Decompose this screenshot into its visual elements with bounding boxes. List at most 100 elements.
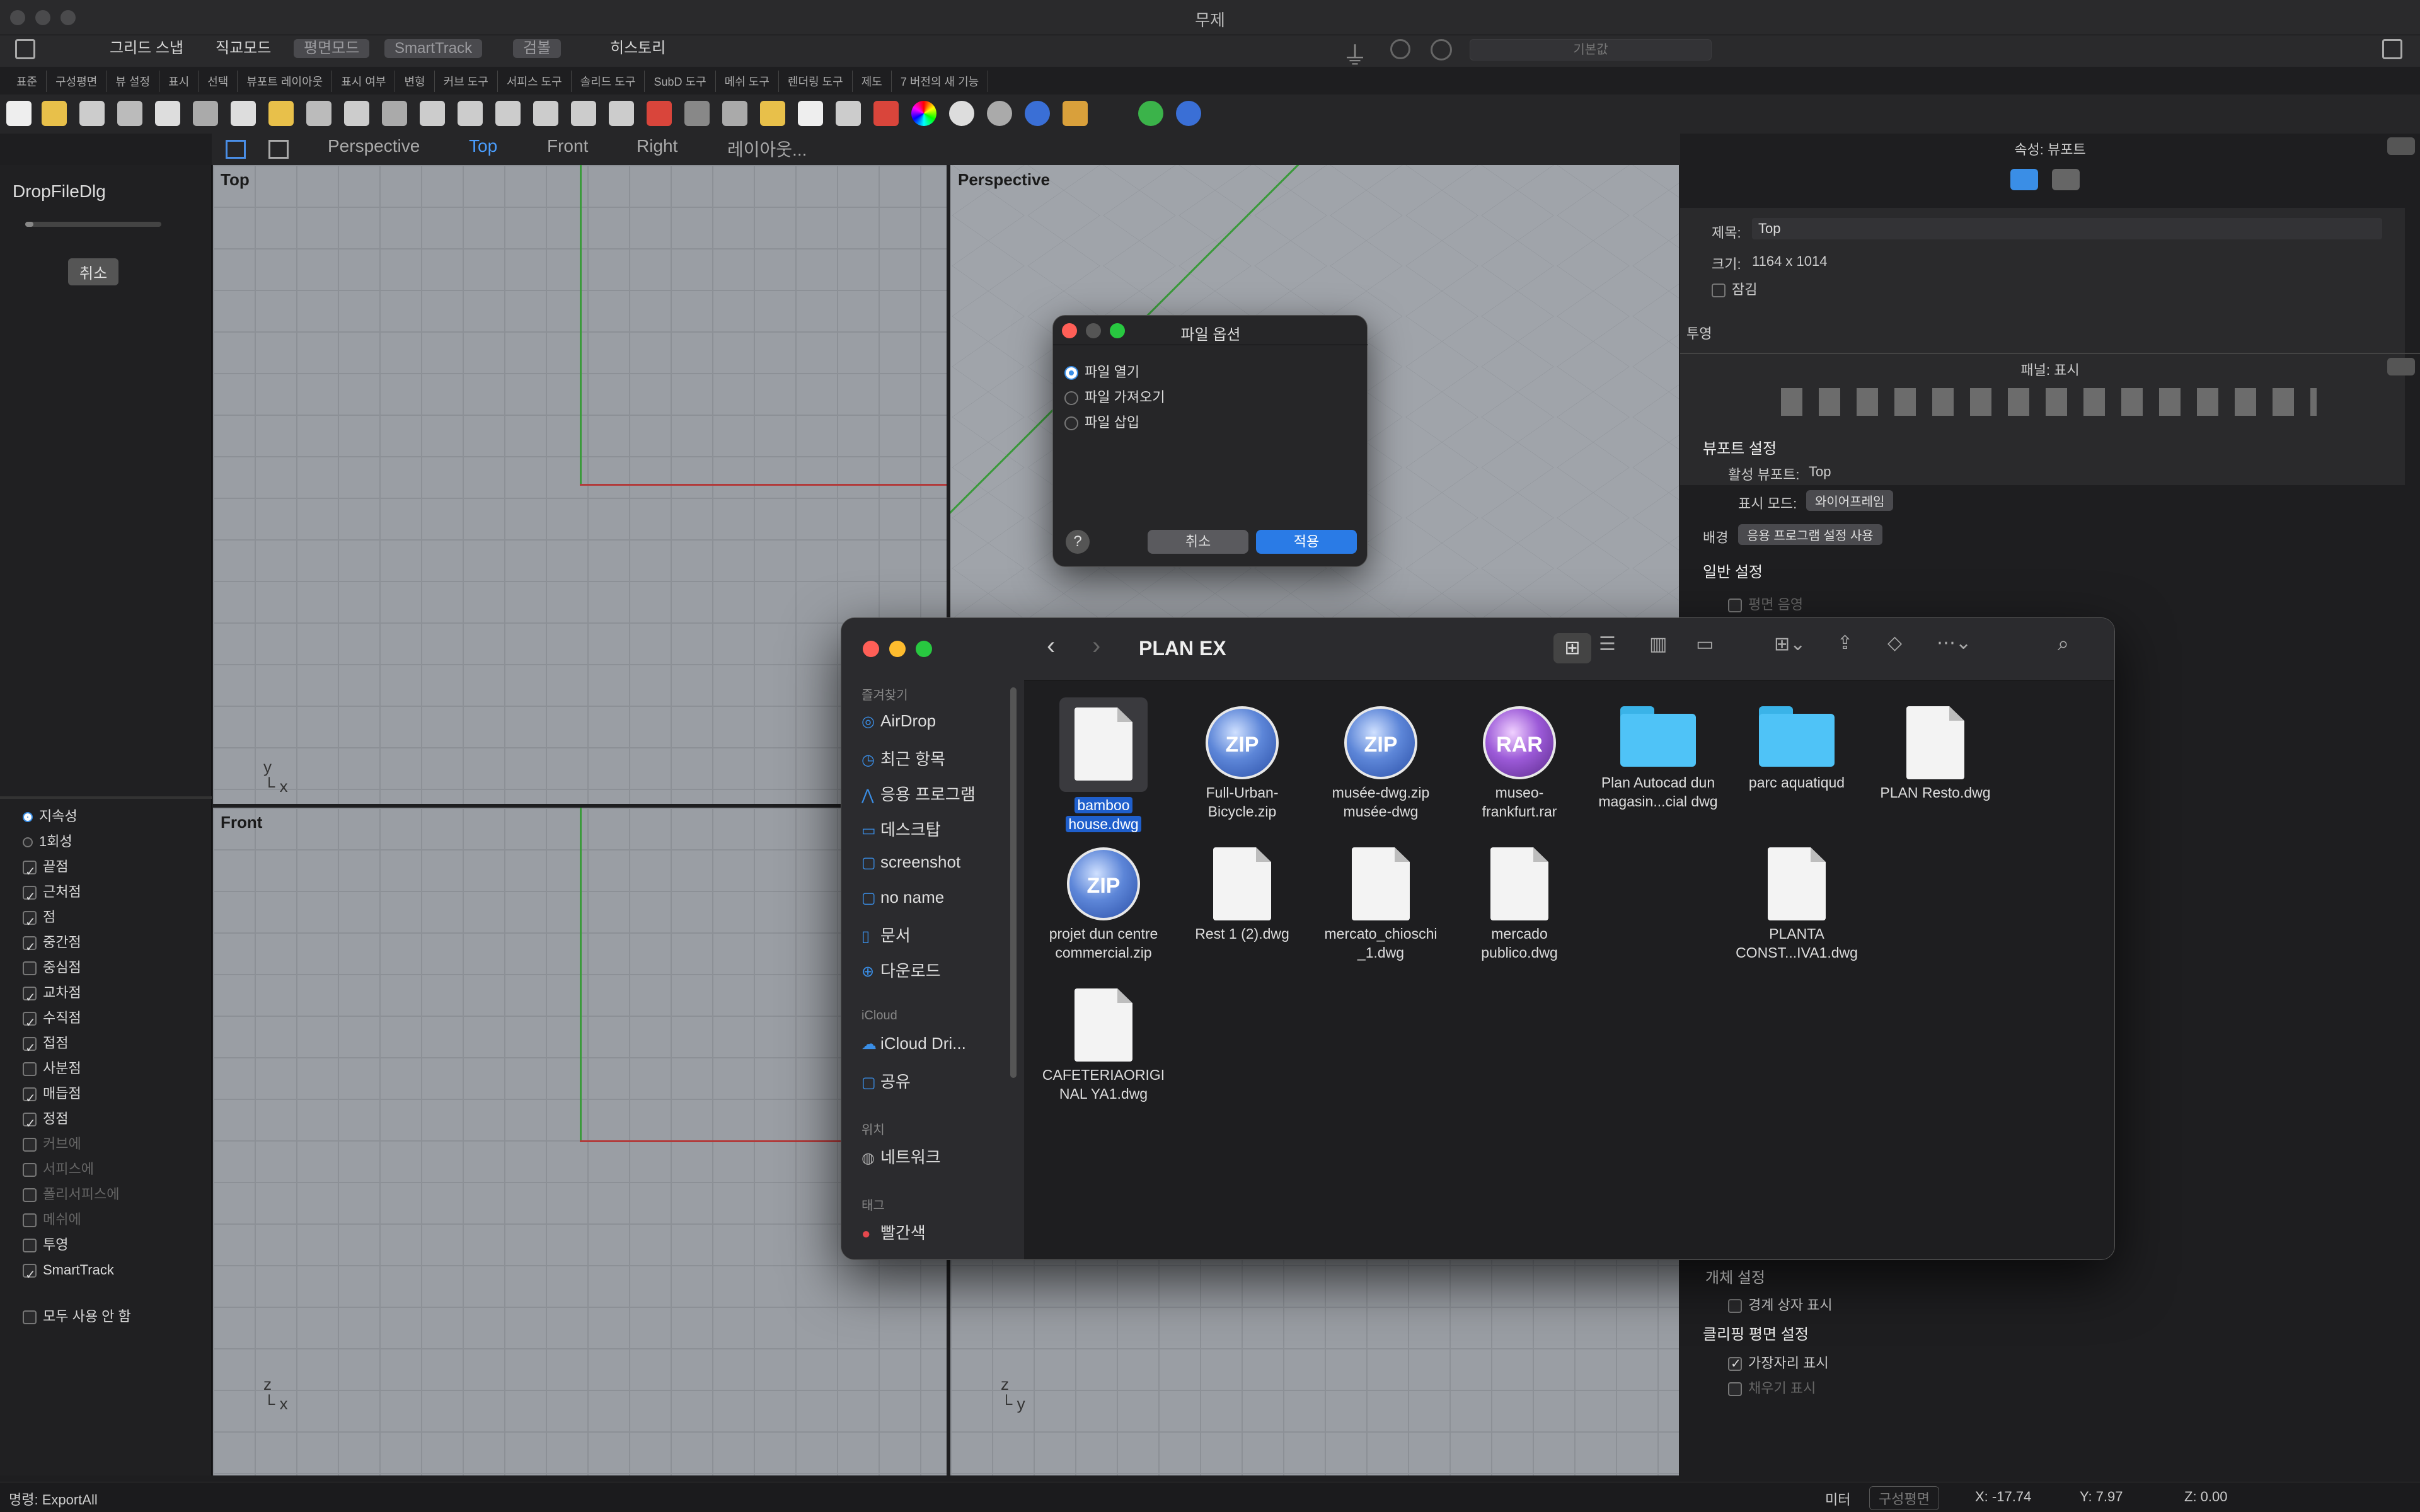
- plane-shading-checkbox[interactable]: 평면 음영: [1728, 593, 1803, 614]
- osnap-icon[interactable]: [1390, 39, 1410, 59]
- file-item[interactable]: mercado publico.dwg: [1456, 847, 1582, 962]
- group-icon[interactable]: ⊞⌄: [1774, 633, 1806, 655]
- four-view-icon[interactable]: [226, 140, 246, 159]
- undo-view-icon[interactable]: [571, 101, 596, 126]
- rotate-view-icon[interactable]: [382, 101, 407, 126]
- osnap-quad[interactable]: 사분점: [23, 1056, 131, 1081]
- file-item[interactable]: Rest 1 (2).dwg: [1179, 847, 1305, 943]
- osnap-center[interactable]: 중심점: [23, 955, 131, 980]
- options-apply-button[interactable]: 적용: [1256, 530, 1357, 554]
- file-item[interactable]: mercato_chioschi _1.dwg: [1318, 847, 1444, 962]
- file-item[interactable]: ZIP projet dun centre commercial.zip: [1040, 847, 1167, 962]
- tag-icon[interactable]: ◇: [1887, 632, 1902, 654]
- command-input[interactable]: 기본값: [1470, 39, 1712, 60]
- background-select[interactable]: 응용 프로그램 설정 사용: [1738, 524, 1882, 545]
- cut-icon[interactable]: [193, 101, 218, 126]
- viewport-layout-icon[interactable]: [609, 101, 634, 126]
- smarttrack-toggle[interactable]: SmartTrack: [384, 39, 483, 58]
- forward-icon[interactable]: ›: [1092, 632, 1100, 660]
- osnap-intersection[interactable]: 교차점: [23, 980, 131, 1011]
- print-icon[interactable]: [117, 101, 142, 126]
- option-insert-file[interactable]: 파일 삽입: [1064, 410, 1165, 435]
- sidebar-item-icloud-drive[interactable]: ☁ iCloud Dri...: [861, 1034, 966, 1053]
- plugin-icon[interactable]: [1138, 101, 1163, 126]
- viewport-top[interactable]: Top y └ x: [213, 165, 947, 804]
- shaded-sphere-icon[interactable]: [949, 101, 974, 126]
- osnap-project[interactable]: 투영: [23, 1232, 131, 1257]
- osnap-near[interactable]: 근처점: [23, 879, 131, 910]
- osnap-knot[interactable]: 매듭점: [23, 1081, 131, 1111]
- osnap-end[interactable]: 끝점: [23, 854, 131, 885]
- osnap-tangent[interactable]: 접점: [23, 1031, 131, 1061]
- osnap-perpendicular[interactable]: 수직점: [23, 1005, 131, 1036]
- tab-front[interactable]: Front: [547, 136, 588, 156]
- file-item[interactable]: PLANTA CONST...IVA1.dwg: [1734, 847, 1860, 962]
- render-icon[interactable]: [1063, 101, 1088, 126]
- tab-display[interactable]: 표시: [159, 71, 199, 92]
- ghosted-sphere-icon[interactable]: [987, 101, 1012, 126]
- sidebar-item-desktop[interactable]: ▭ 데스크탑: [861, 817, 941, 840]
- sidebar-item-network[interactable]: ◍ 네트워크: [861, 1145, 941, 1168]
- tab-select[interactable]: 선택: [199, 71, 238, 92]
- car-icon[interactable]: [647, 101, 672, 126]
- help-button[interactable]: ?: [1066, 530, 1090, 554]
- osnap-on-polysurface[interactable]: 폴리서피스에: [23, 1182, 131, 1207]
- select-icon[interactable]: [684, 101, 710, 126]
- show-edges-checkbox[interactable]: 가장자리 표시: [1728, 1352, 1829, 1372]
- sidebar-item-airdrop[interactable]: ◎ AirDrop: [861, 711, 936, 731]
- tab-render-tools[interactable]: 렌더링 도구: [779, 71, 853, 92]
- show-fill-checkbox[interactable]: 채우기 표시: [1728, 1377, 1816, 1397]
- option-import-file[interactable]: 파일 가져오기: [1064, 385, 1165, 410]
- viewport-icon[interactable]: [2052, 169, 2080, 190]
- ortho-toggle[interactable]: 직교모드: [205, 39, 281, 58]
- tab-set-view[interactable]: 뷰 설정: [107, 71, 160, 92]
- display-mode-select[interactable]: 와이어프레임: [1806, 490, 1894, 511]
- tab-mesh-tools[interactable]: 메쉬 도구: [716, 71, 779, 92]
- copy-icon[interactable]: [231, 101, 256, 126]
- open-file-icon[interactable]: [42, 101, 67, 126]
- tab-subd-tools[interactable]: SubD 도구: [645, 71, 716, 92]
- tab-viewport-layout[interactable]: 뷰포트 레이아웃: [238, 71, 333, 92]
- tab-standard[interactable]: 표준: [8, 71, 47, 92]
- light-bulb-icon[interactable]: [798, 101, 823, 126]
- paste-icon[interactable]: [268, 101, 294, 126]
- tab-surface-tools[interactable]: 서피스 도구: [498, 71, 572, 92]
- lock-icon[interactable]: [836, 101, 861, 126]
- tab-curve-tools[interactable]: 커브 도구: [435, 71, 498, 92]
- locked-checkbox[interactable]: 잠김: [1712, 278, 1757, 299]
- column-view-icon[interactable]: ▥: [1649, 633, 1667, 655]
- new-file-icon[interactable]: [6, 101, 32, 126]
- camera-icon[interactable]: [2010, 169, 2038, 190]
- file-item[interactable]: bamboo house.dwg: [1040, 697, 1167, 833]
- osnap-mode-persistent[interactable]: 지속성: [23, 804, 131, 829]
- osnap-point[interactable]: 점: [23, 905, 131, 935]
- osnap-on-surface[interactable]: 서피스에: [23, 1157, 131, 1182]
- tab-cplanes[interactable]: 구성평면: [47, 71, 107, 92]
- tab-drafting[interactable]: 제도: [853, 71, 892, 92]
- file-item[interactable]: ZIP Full-Urban- Bicycle.zip: [1179, 706, 1305, 821]
- osnap-mid[interactable]: 중간점: [23, 930, 131, 960]
- gallery-view-icon[interactable]: ▭: [1696, 633, 1714, 655]
- planar-toggle[interactable]: 평면모드: [294, 39, 370, 58]
- tab-layouts[interactable]: 레이아웃...: [727, 136, 807, 161]
- sidebar-item-downloads[interactable]: ⊕ 다운로드: [861, 958, 941, 982]
- sidebar-item-documents[interactable]: ▯ 문서: [861, 923, 911, 946]
- tab-top[interactable]: Top: [469, 136, 497, 156]
- icon-view-icon[interactable]: ⊞: [1553, 633, 1591, 663]
- tab-new-in-v7[interactable]: 7 버전의 새 기능: [892, 71, 989, 92]
- command-history[interactable]: 명령: ExportAll: [9, 1489, 98, 1509]
- share-icon[interactable]: ⇪: [1837, 632, 1853, 654]
- osnap-smarttrack[interactable]: SmartTrack: [23, 1257, 131, 1288]
- zoom-icon[interactable]: [420, 101, 445, 126]
- more-actions-icon[interactable]: ⋯⌄: [1937, 632, 1971, 654]
- file-item[interactable]: parc aquatiqud: [1734, 700, 1860, 792]
- right-panel-toggle-icon[interactable]: [2382, 39, 2402, 59]
- sidebar-item-recents[interactable]: ◷ 최근 항목: [861, 747, 945, 770]
- sidebar-item-screenshot[interactable]: ▢ screenshot: [861, 852, 960, 872]
- panel-icon-row[interactable]: [1781, 388, 2317, 416]
- undo-icon[interactable]: [306, 101, 331, 126]
- help-icon[interactable]: [1176, 101, 1201, 126]
- tab-perspective[interactable]: Perspective: [328, 136, 420, 156]
- color-wheel-icon[interactable]: [911, 101, 936, 126]
- file-item[interactable]: RAR museo-frankfurt.rar: [1456, 706, 1582, 821]
